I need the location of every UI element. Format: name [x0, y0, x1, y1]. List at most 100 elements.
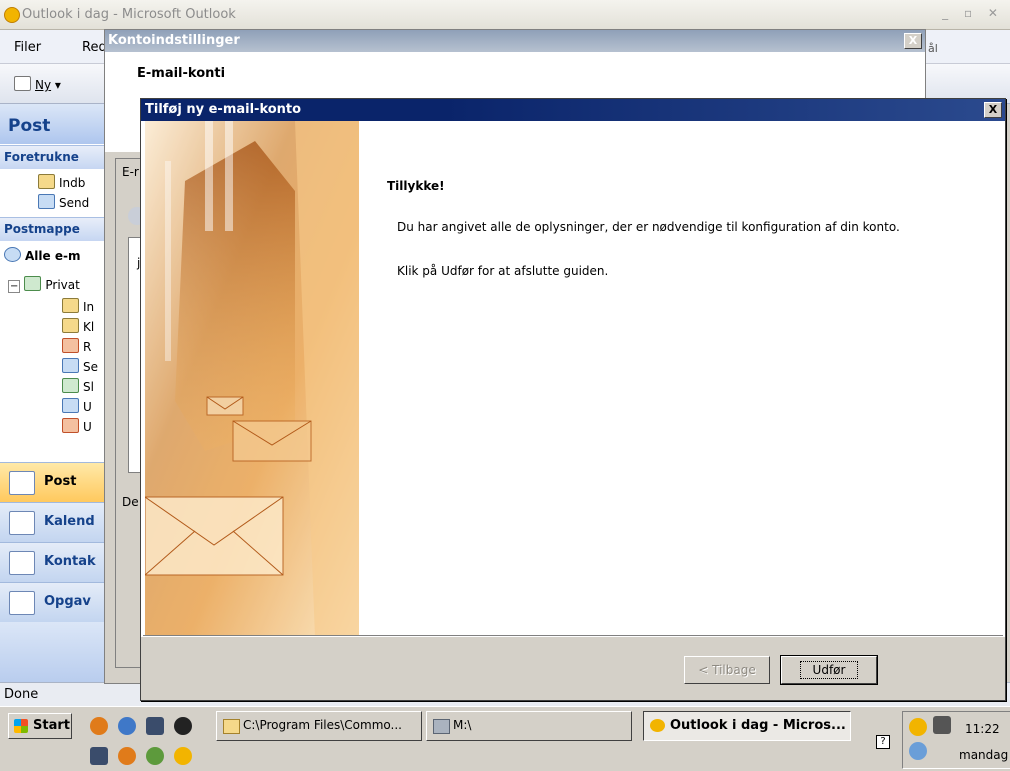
- browser-icon[interactable]: [118, 717, 136, 735]
- inbox-icon: [38, 174, 55, 189]
- window-controls[interactable]: _ ▫ ✕: [942, 6, 1004, 20]
- favorite-inbox[interactable]: Indb: [38, 174, 85, 190]
- task-label: Outlook i dag - Micros...: [670, 718, 846, 733]
- task-explorer-program-files[interactable]: C:\Program Files\Commo...: [216, 711, 422, 741]
- nav-button-label: Kalend: [44, 514, 95, 529]
- network-drive-icon: [433, 719, 450, 734]
- account-settings-title: Kontoindstillinger X: [105, 30, 925, 52]
- utility-icon[interactable]: [146, 747, 164, 765]
- search-box-fragment[interactable]: ål: [928, 42, 938, 55]
- mail-icon: [9, 471, 35, 495]
- wizard-separator: [143, 635, 1003, 637]
- junk-mail-icon: [62, 418, 79, 433]
- tree-item-label: Kl: [83, 320, 95, 334]
- outlook-quicklaunch-icon[interactable]: [174, 747, 192, 765]
- start-label: Start: [33, 718, 70, 733]
- tree-item-label: U: [83, 400, 92, 414]
- favorite-sent[interactable]: Send: [38, 194, 89, 210]
- email-accounts-heading: E-mail-konti: [137, 66, 226, 81]
- nav-button-tasks[interactable]: Opgav: [0, 582, 115, 622]
- help-icon[interactable]: ?: [876, 735, 890, 749]
- task-outlook[interactable]: Outlook i dag - Micros...: [643, 711, 851, 741]
- drafts-icon: [62, 318, 79, 333]
- wizard-title-bar: Tilføj ny e-mail-konto X: [141, 99, 1005, 121]
- nav-button-mail[interactable]: Post: [0, 462, 115, 502]
- task-label: C:\Program Files\Commo...: [243, 718, 402, 732]
- search-folder-icon: [4, 247, 21, 262]
- envelope-banner-graphic: [145, 121, 359, 637]
- wizard-message-line-2: Klik på Udfør for at afslutte guiden.: [397, 264, 609, 278]
- wizard-message-line-1: Du har angivet alle de oplysninger, der …: [397, 220, 900, 234]
- start-button[interactable]: Start: [8, 713, 72, 739]
- navigation-pane: Post Foretrukne Indb Send Postmappe Alle…: [0, 104, 115, 682]
- tree-root[interactable]: − Privat: [8, 276, 80, 293]
- tree-item-rss[interactable]: R: [62, 338, 91, 354]
- nav-button-calendar[interactable]: Kalend: [0, 502, 115, 542]
- nav-button-label: Opgav: [44, 594, 91, 609]
- tree-item-label: R: [83, 340, 92, 354]
- new-button-label: Ny: [35, 78, 52, 92]
- task-label: M:\: [453, 718, 472, 732]
- new-button[interactable]: Ny ▾: [14, 76, 72, 96]
- tasks-icon: [9, 591, 35, 615]
- outbox-icon: [62, 398, 79, 413]
- nav-button-label: Post: [44, 474, 77, 489]
- wizard-title: Tilføj ny e-mail-konto: [145, 102, 302, 117]
- tree-item-junk[interactable]: U: [62, 418, 92, 434]
- clock[interactable]: 11:22: [965, 722, 1000, 736]
- nav-button-contacts[interactable]: Kontak: [0, 542, 115, 582]
- network-tray-icon[interactable]: [909, 742, 927, 760]
- all-mail-items[interactable]: Alle e-m: [4, 247, 80, 263]
- finish-button[interactable]: Udfør: [780, 655, 878, 685]
- personal-folders-icon: [24, 276, 42, 291]
- account-settings-close-button[interactable]: X: [904, 33, 922, 49]
- outlook-title-bar: Outlook i dag - Microsoft Outlook _ ▫ ✕: [0, 0, 1010, 30]
- wizard-close-button[interactable]: X: [984, 102, 1002, 118]
- wizard-heading: Tillykke!: [387, 179, 445, 193]
- nav-footer: [0, 622, 115, 682]
- tray-app-icon[interactable]: [933, 716, 951, 734]
- nav-header: Post: [0, 104, 115, 144]
- sent-icon: [38, 194, 55, 209]
- mail-folders-header[interactable]: Postmappe: [0, 217, 115, 241]
- outlook-tray-icon[interactable]: [909, 718, 927, 736]
- favorite-inbox-label: Indb: [59, 176, 86, 190]
- tree-item-outbox[interactable]: U: [62, 398, 92, 414]
- sent-icon: [62, 358, 79, 373]
- contacts-icon: [9, 551, 35, 575]
- tree-item-deleted[interactable]: Sl: [62, 378, 94, 394]
- nav-button-label: Kontak: [44, 554, 96, 569]
- favorite-sent-label: Send: [59, 196, 90, 210]
- inbox-icon: [62, 298, 79, 313]
- tab-fragment[interactable]: E-r: [122, 165, 139, 179]
- outlook-window-title: Outlook i dag - Microsoft Outlook: [22, 7, 236, 22]
- description-fragment: De: [122, 495, 139, 509]
- favorites-header[interactable]: Foretrukne: [0, 145, 115, 169]
- deleted-items-icon: [62, 378, 79, 393]
- new-mail-icon: [14, 76, 31, 91]
- lightroom-icon[interactable]: [146, 717, 164, 735]
- tree-item-inbox[interactable]: In: [62, 298, 94, 314]
- tree-item-drafts[interactable]: Kl: [62, 318, 94, 334]
- outlook-icon: [4, 7, 20, 23]
- wizard-body: Tillykke! Du har angivet alle de oplysni…: [141, 121, 1005, 637]
- finish-button-label: Udfør: [799, 661, 859, 679]
- app-icon[interactable]: [174, 717, 192, 735]
- rss-icon: [62, 338, 79, 353]
- lightroom-small-icon[interactable]: [90, 747, 108, 765]
- back-button[interactable]: < Tilbage: [684, 656, 770, 684]
- firefox-icon[interactable]: [90, 717, 108, 735]
- firefox-small-icon[interactable]: [118, 747, 136, 765]
- tree-item-label: U: [83, 420, 92, 434]
- system-tray: 11:22 mandag: [902, 711, 1010, 769]
- collapse-icon: −: [8, 280, 21, 293]
- menu-edit[interactable]: Red: [82, 40, 107, 55]
- task-network-drive[interactable]: M:\: [426, 711, 632, 741]
- day-label: mandag: [959, 748, 1009, 762]
- outlook-icon: [650, 719, 665, 732]
- tree-item-label: In: [83, 300, 95, 314]
- menu-file[interactable]: Filer: [14, 40, 41, 55]
- tree-item-label: Sl: [83, 380, 94, 394]
- wizard-banner-image: [145, 121, 359, 637]
- tree-item-sent[interactable]: Se: [62, 358, 98, 374]
